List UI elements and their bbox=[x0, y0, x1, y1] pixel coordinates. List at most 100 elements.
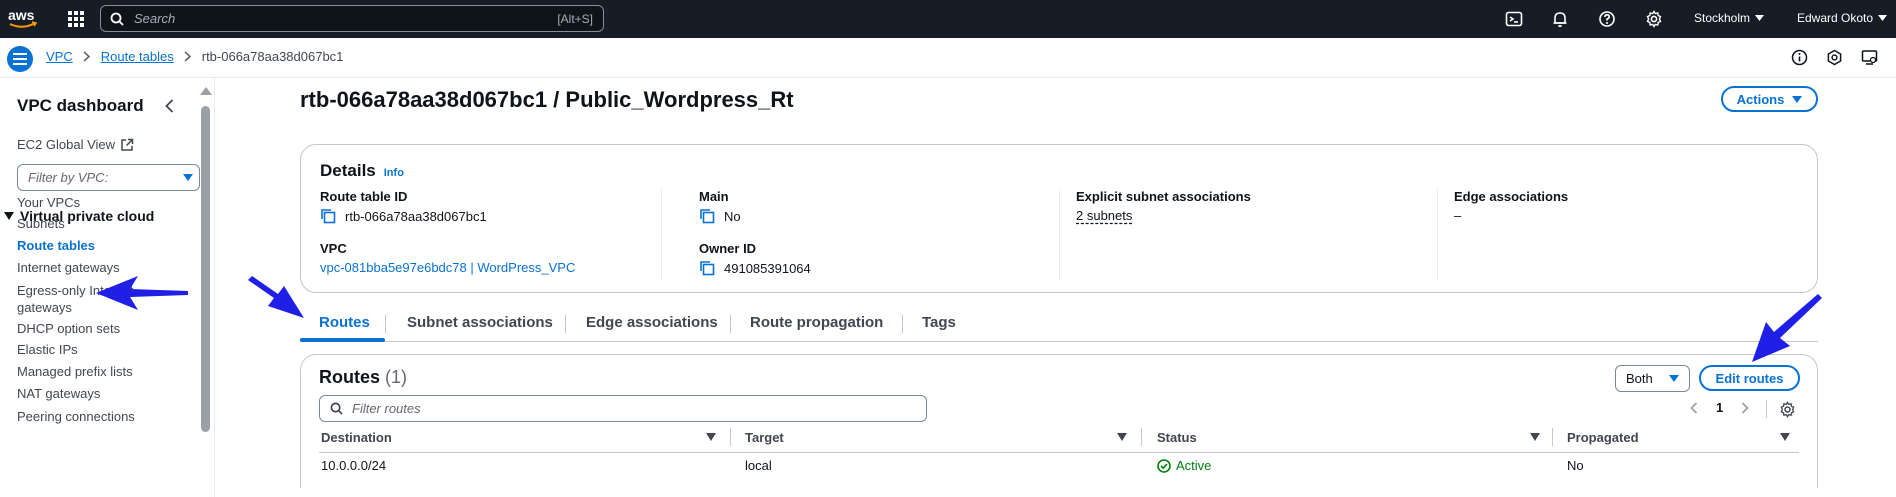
owner-id-text: 491085391064 bbox=[724, 260, 811, 276]
sidebar-item-internet-gateways[interactable]: Internet gateways bbox=[17, 259, 167, 276]
cell-target: local bbox=[745, 458, 772, 473]
sidebar-scrollbar[interactable] bbox=[201, 106, 210, 432]
breadcrumb: VPC Route tables rtb-066a78aa38d067bc1 bbox=[46, 49, 343, 64]
previous-page-icon[interactable] bbox=[1690, 401, 1698, 414]
notifications-bell-icon[interactable] bbox=[1551, 10, 1569, 28]
details-panel: Details Info Route table ID rtb-066a78aa… bbox=[300, 144, 1818, 293]
filter-routes-placeholder: Filter routes bbox=[352, 401, 421, 416]
breadcrumb-vpc[interactable]: VPC bbox=[46, 49, 73, 64]
caret-down-icon bbox=[1878, 15, 1888, 21]
route-filter-select[interactable]: Both bbox=[1615, 365, 1690, 392]
explicit-subnet-associations-value[interactable]: 2 subnets bbox=[1076, 208, 1132, 223]
search-icon bbox=[330, 402, 343, 415]
breadcrumb-current: rtb-066a78aa38d067bc1 bbox=[201, 49, 344, 64]
tab-divider bbox=[565, 315, 566, 333]
tab-tags[interactable]: Tags bbox=[922, 314, 956, 331]
copy-icon[interactable] bbox=[699, 208, 715, 224]
next-page-icon[interactable] bbox=[1741, 401, 1750, 414]
account-name: Edward Okoto bbox=[1797, 11, 1874, 25]
info-link[interactable]: Info bbox=[384, 167, 404, 179]
column-resizer[interactable] bbox=[1141, 428, 1142, 446]
preferences-icon[interactable] bbox=[1861, 49, 1878, 66]
tab-route-propagation[interactable]: Route propagation bbox=[750, 314, 883, 331]
annotation-arrow-route-tables bbox=[96, 276, 188, 310]
breadcrumb-bar: VPC Route tables rtb-066a78aa38d067bc1 bbox=[0, 38, 1896, 78]
copy-icon[interactable] bbox=[320, 208, 336, 224]
tab-subnet-associations[interactable]: Subnet associations bbox=[407, 314, 553, 331]
status-text: Active bbox=[1176, 458, 1212, 473]
main-value: No bbox=[699, 208, 741, 224]
vpc-label: VPC bbox=[320, 241, 347, 256]
explicit-subnet-associations-label: Explicit subnet associations bbox=[1076, 189, 1251, 204]
tab-edge-associations[interactable]: Edge associations bbox=[586, 314, 718, 331]
copy-icon[interactable] bbox=[699, 260, 715, 276]
sidebar-title[interactable]: VPC dashboard bbox=[17, 96, 144, 116]
sort-caret-icon[interactable] bbox=[706, 433, 716, 441]
actions-button[interactable]: Actions bbox=[1721, 86, 1818, 112]
account-menu[interactable]: Edward Okoto bbox=[1797, 11, 1888, 25]
navigation-menu-button[interactable] bbox=[7, 46, 33, 72]
main-label: Main bbox=[699, 189, 729, 204]
tab-routes[interactable]: Routes bbox=[319, 314, 370, 331]
sidebar-item-elastic-ips[interactable]: Elastic IPs bbox=[17, 341, 167, 358]
search-icon bbox=[110, 12, 124, 26]
filter-routes-input[interactable]: Filter routes bbox=[319, 395, 927, 422]
sidebar-item-dhcp-option-sets[interactable]: DHCP option sets bbox=[17, 320, 167, 337]
sort-caret-icon[interactable] bbox=[1117, 433, 1127, 441]
column-header-destination[interactable]: Destination bbox=[321, 430, 392, 445]
column-header-propagated[interactable]: Propagated bbox=[1567, 430, 1639, 445]
sidebar-item-peering-connections[interactable]: Peering connections bbox=[17, 408, 167, 425]
tab-divider bbox=[902, 315, 903, 333]
edge-associations-label: Edge associations bbox=[1454, 189, 1569, 204]
owner-id-value: 491085391064 bbox=[699, 260, 811, 276]
route-table-id-value: rtb-066a78aa38d067bc1 bbox=[320, 208, 487, 224]
pagination: 1 bbox=[1690, 400, 1750, 415]
main-text: No bbox=[724, 208, 741, 224]
feedback-icon[interactable] bbox=[1826, 49, 1843, 66]
route-table-id-label: Route table ID bbox=[320, 189, 408, 204]
annotation-arrow-routes-tab bbox=[248, 276, 304, 318]
current-page[interactable]: 1 bbox=[1716, 400, 1723, 415]
scroll-up-arrow-icon[interactable] bbox=[200, 87, 212, 95]
detail-tabs: Routes Subnet associations Edge associat… bbox=[300, 309, 1818, 342]
column-resizer[interactable] bbox=[730, 428, 731, 446]
sidebar-item-managed-prefix-lists[interactable]: Managed prefix lists bbox=[17, 363, 167, 380]
sort-caret-icon[interactable] bbox=[1780, 433, 1790, 441]
annotation-arrow-edit-routes bbox=[1752, 294, 1822, 362]
sort-caret-icon[interactable] bbox=[1530, 433, 1540, 441]
sidebar-item-ec2-global-view[interactable]: EC2 Global View bbox=[17, 137, 134, 152]
vpc-link[interactable]: vpc-081bba5e97e6bdc78 | WordPress_VPC bbox=[320, 260, 575, 275]
page-title: rtb-066a78aa38d067bc1 / Public_Wordpress… bbox=[300, 87, 794, 112]
caret-down-icon bbox=[1669, 375, 1679, 382]
settings-gear-icon[interactable] bbox=[1645, 10, 1663, 28]
vpc-filter-select[interactable]: Filter by VPC: bbox=[17, 164, 200, 191]
owner-id-label: Owner ID bbox=[699, 241, 757, 256]
tab-divider bbox=[385, 315, 386, 333]
global-search-input[interactable]: Search [Alt+S] bbox=[100, 5, 604, 32]
info-circle-icon[interactable] bbox=[1791, 49, 1808, 66]
cloudshell-icon[interactable] bbox=[1505, 10, 1523, 28]
caret-down-icon bbox=[4, 212, 14, 220]
aws-logo-icon[interactable]: aws bbox=[8, 6, 38, 32]
external-link-icon bbox=[121, 138, 134, 151]
sidebar-item-subnets[interactable]: Subnets bbox=[17, 215, 167, 232]
sidebar-item-your-vpcs[interactable]: Your VPCs bbox=[17, 194, 167, 211]
services-grid-icon[interactable] bbox=[67, 10, 85, 28]
edit-routes-button[interactable]: Edit routes bbox=[1699, 365, 1800, 391]
table-header-rule bbox=[319, 452, 1799, 453]
column-header-target[interactable]: Target bbox=[745, 430, 784, 445]
region-selector[interactable]: Stockholm bbox=[1694, 11, 1765, 25]
search-placeholder: Search bbox=[134, 11, 176, 26]
cell-status: Active bbox=[1157, 458, 1211, 473]
sidebar-item-nat-gateways[interactable]: NAT gateways bbox=[17, 385, 167, 402]
breadcrumb-route-tables[interactable]: Route tables bbox=[101, 49, 174, 64]
sidebar-item-route-tables[interactable]: Route tables bbox=[17, 237, 167, 254]
table-preferences-gear-icon[interactable] bbox=[1779, 401, 1796, 418]
route-table-id-text: rtb-066a78aa38d067bc1 bbox=[345, 208, 487, 224]
caret-down-icon bbox=[1792, 95, 1803, 103]
help-icon[interactable] bbox=[1598, 10, 1616, 28]
routes-title: Routes bbox=[319, 367, 381, 387]
close-sidebar-icon[interactable] bbox=[162, 98, 178, 114]
column-resizer[interactable] bbox=[1552, 428, 1553, 446]
column-header-status[interactable]: Status bbox=[1157, 430, 1197, 445]
